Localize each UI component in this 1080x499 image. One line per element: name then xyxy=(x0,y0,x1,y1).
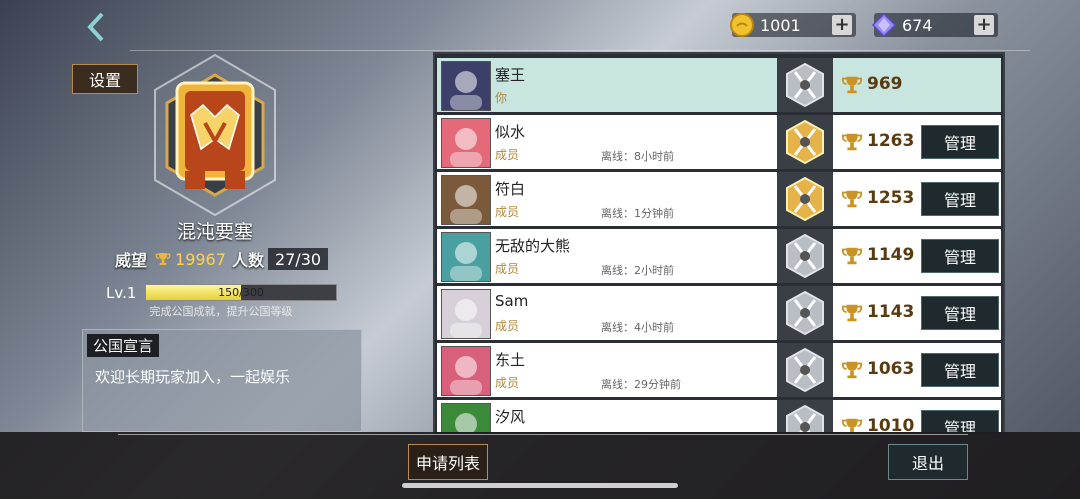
member-role: 成员 xyxy=(495,319,520,333)
rank-badge-icon xyxy=(777,58,833,112)
member-name: 塞王 xyxy=(495,66,526,84)
trophy-icon xyxy=(155,253,171,265)
manage-button[interactable]: 管理 xyxy=(921,296,999,330)
member-avatar[interactable] xyxy=(441,232,491,282)
member-avatar[interactable] xyxy=(441,61,491,111)
guild-name: 混沌要塞 xyxy=(176,221,253,243)
member-row[interactable]: 东土成员 离线：29分钟前 1063 管理 xyxy=(437,343,1001,397)
member-name: Sam xyxy=(495,292,529,310)
apply-list-button[interactable]: 申请列表 xyxy=(408,444,488,480)
members-label: 人数 xyxy=(232,251,265,270)
rank-badge-icon xyxy=(777,172,833,226)
add-gold-button[interactable]: + xyxy=(832,15,852,35)
rank-badge-icon xyxy=(777,229,833,283)
member-score: 1149 xyxy=(867,245,915,265)
member-role: 你 xyxy=(495,91,508,105)
manage-button[interactable]: 管理 xyxy=(921,410,999,432)
member-avatar[interactable] xyxy=(441,175,491,225)
member-role: 成员 xyxy=(495,205,520,219)
prestige-value: 19967 xyxy=(175,249,226,269)
rank-badge-icon xyxy=(777,400,833,432)
member-role: 成员 xyxy=(495,262,520,276)
member-role: 成员 xyxy=(495,376,520,390)
trophy-icon xyxy=(841,247,863,265)
member-avatar[interactable] xyxy=(441,118,491,168)
member-row[interactable]: 塞王你 969 xyxy=(437,58,1001,112)
prestige-label: 威望 xyxy=(115,251,148,270)
member-row[interactable]: 似水成员 离线：8小时前 1263 管理 xyxy=(437,115,1001,169)
gold-currency: 1001 + xyxy=(730,13,856,37)
home-indicator[interactable] xyxy=(402,483,678,488)
member-offline-time: 离线：29分钟前 xyxy=(601,378,681,391)
back-icon[interactable] xyxy=(84,10,108,44)
trophy-icon xyxy=(841,133,863,151)
member-row[interactable]: 无敌的大熊成员 离线：2小时前 1149 管理 xyxy=(437,229,1001,283)
member-avatar[interactable] xyxy=(441,289,491,339)
declaration-panel: 公国宣言 欢迎长期玩家加入，一起娱乐 xyxy=(82,329,362,432)
gold-value: 1001 xyxy=(760,15,801,35)
member-score: 1143 xyxy=(867,302,915,322)
manage-button[interactable]: 管理 xyxy=(921,182,999,216)
member-score: 1263 xyxy=(867,131,915,151)
member-name: 无敌的大熊 xyxy=(495,237,571,255)
add-gem-button[interactable]: + xyxy=(974,15,994,35)
member-row[interactable]: 符白成员 离线：1分钟前 1253 管理 xyxy=(437,172,1001,226)
member-score: 1063 xyxy=(867,359,915,379)
member-score: 969 xyxy=(867,74,903,94)
gold-coin-icon xyxy=(730,13,754,37)
manage-button[interactable]: 管理 xyxy=(921,125,999,159)
member-list[interactable]: 塞王你 969 似水 成员 离线：8小时前 1263 管理 符白 成员 离线：1分钟前 1253 管理… xyxy=(433,52,1005,434)
level-label: Lv.1 xyxy=(106,284,137,302)
members-stat: 人数 xyxy=(232,248,264,270)
member-name: 汐风 xyxy=(495,408,526,426)
bottom-divider xyxy=(118,434,968,435)
member-score: 1253 xyxy=(867,188,915,208)
exit-button[interactable]: 退出 xyxy=(888,444,968,480)
declaration-title: 公国宣言 xyxy=(87,334,160,357)
trophy-icon xyxy=(841,190,863,208)
gem-currency: 674 + xyxy=(872,13,998,37)
member-row[interactable]: Sam 成员 离线：4小时前 1143 管理 xyxy=(437,286,1001,340)
member-name: 符白 xyxy=(495,180,526,198)
member-offline-time: 离线：4小时前 xyxy=(601,321,674,334)
level-progress-bar: 150/300 xyxy=(145,284,337,301)
trophy-icon xyxy=(841,76,863,94)
member-name: 似水 xyxy=(495,123,526,141)
guild-emblem xyxy=(145,45,285,245)
member-row[interactable]: 汐风 1010 管理 xyxy=(437,400,1001,432)
member-offline-time: 离线：2小时前 xyxy=(601,264,674,277)
member-offline-time: 离线：1分钟前 xyxy=(601,207,674,220)
member-offline-time: 离线：8小时前 xyxy=(601,150,674,163)
member-avatar[interactable] xyxy=(441,403,491,432)
gem-value: 674 xyxy=(902,15,933,35)
trophy-icon xyxy=(841,304,863,322)
rank-badge-icon xyxy=(777,286,833,340)
level-hint: 完成公国成就，提升公国等级 xyxy=(149,305,293,318)
member-avatar[interactable] xyxy=(441,346,491,396)
manage-button[interactable]: 管理 xyxy=(921,353,999,387)
trophy-icon xyxy=(841,361,863,379)
level-progress-text: 150/300 xyxy=(218,286,264,299)
member-role: 成员 xyxy=(495,148,520,162)
manage-button[interactable]: 管理 xyxy=(921,239,999,273)
member-name: 东土 xyxy=(495,351,526,369)
diamond-icon xyxy=(872,13,896,37)
prestige-stat: 威望 19967 xyxy=(115,248,226,271)
rank-badge-icon xyxy=(777,115,833,169)
members-count: 27/30 xyxy=(268,248,328,270)
rank-badge-icon xyxy=(777,343,833,397)
settings-button[interactable]: 设置 xyxy=(72,64,138,94)
declaration-text: 欢迎长期玩家加入，一起娱乐 xyxy=(95,368,291,386)
